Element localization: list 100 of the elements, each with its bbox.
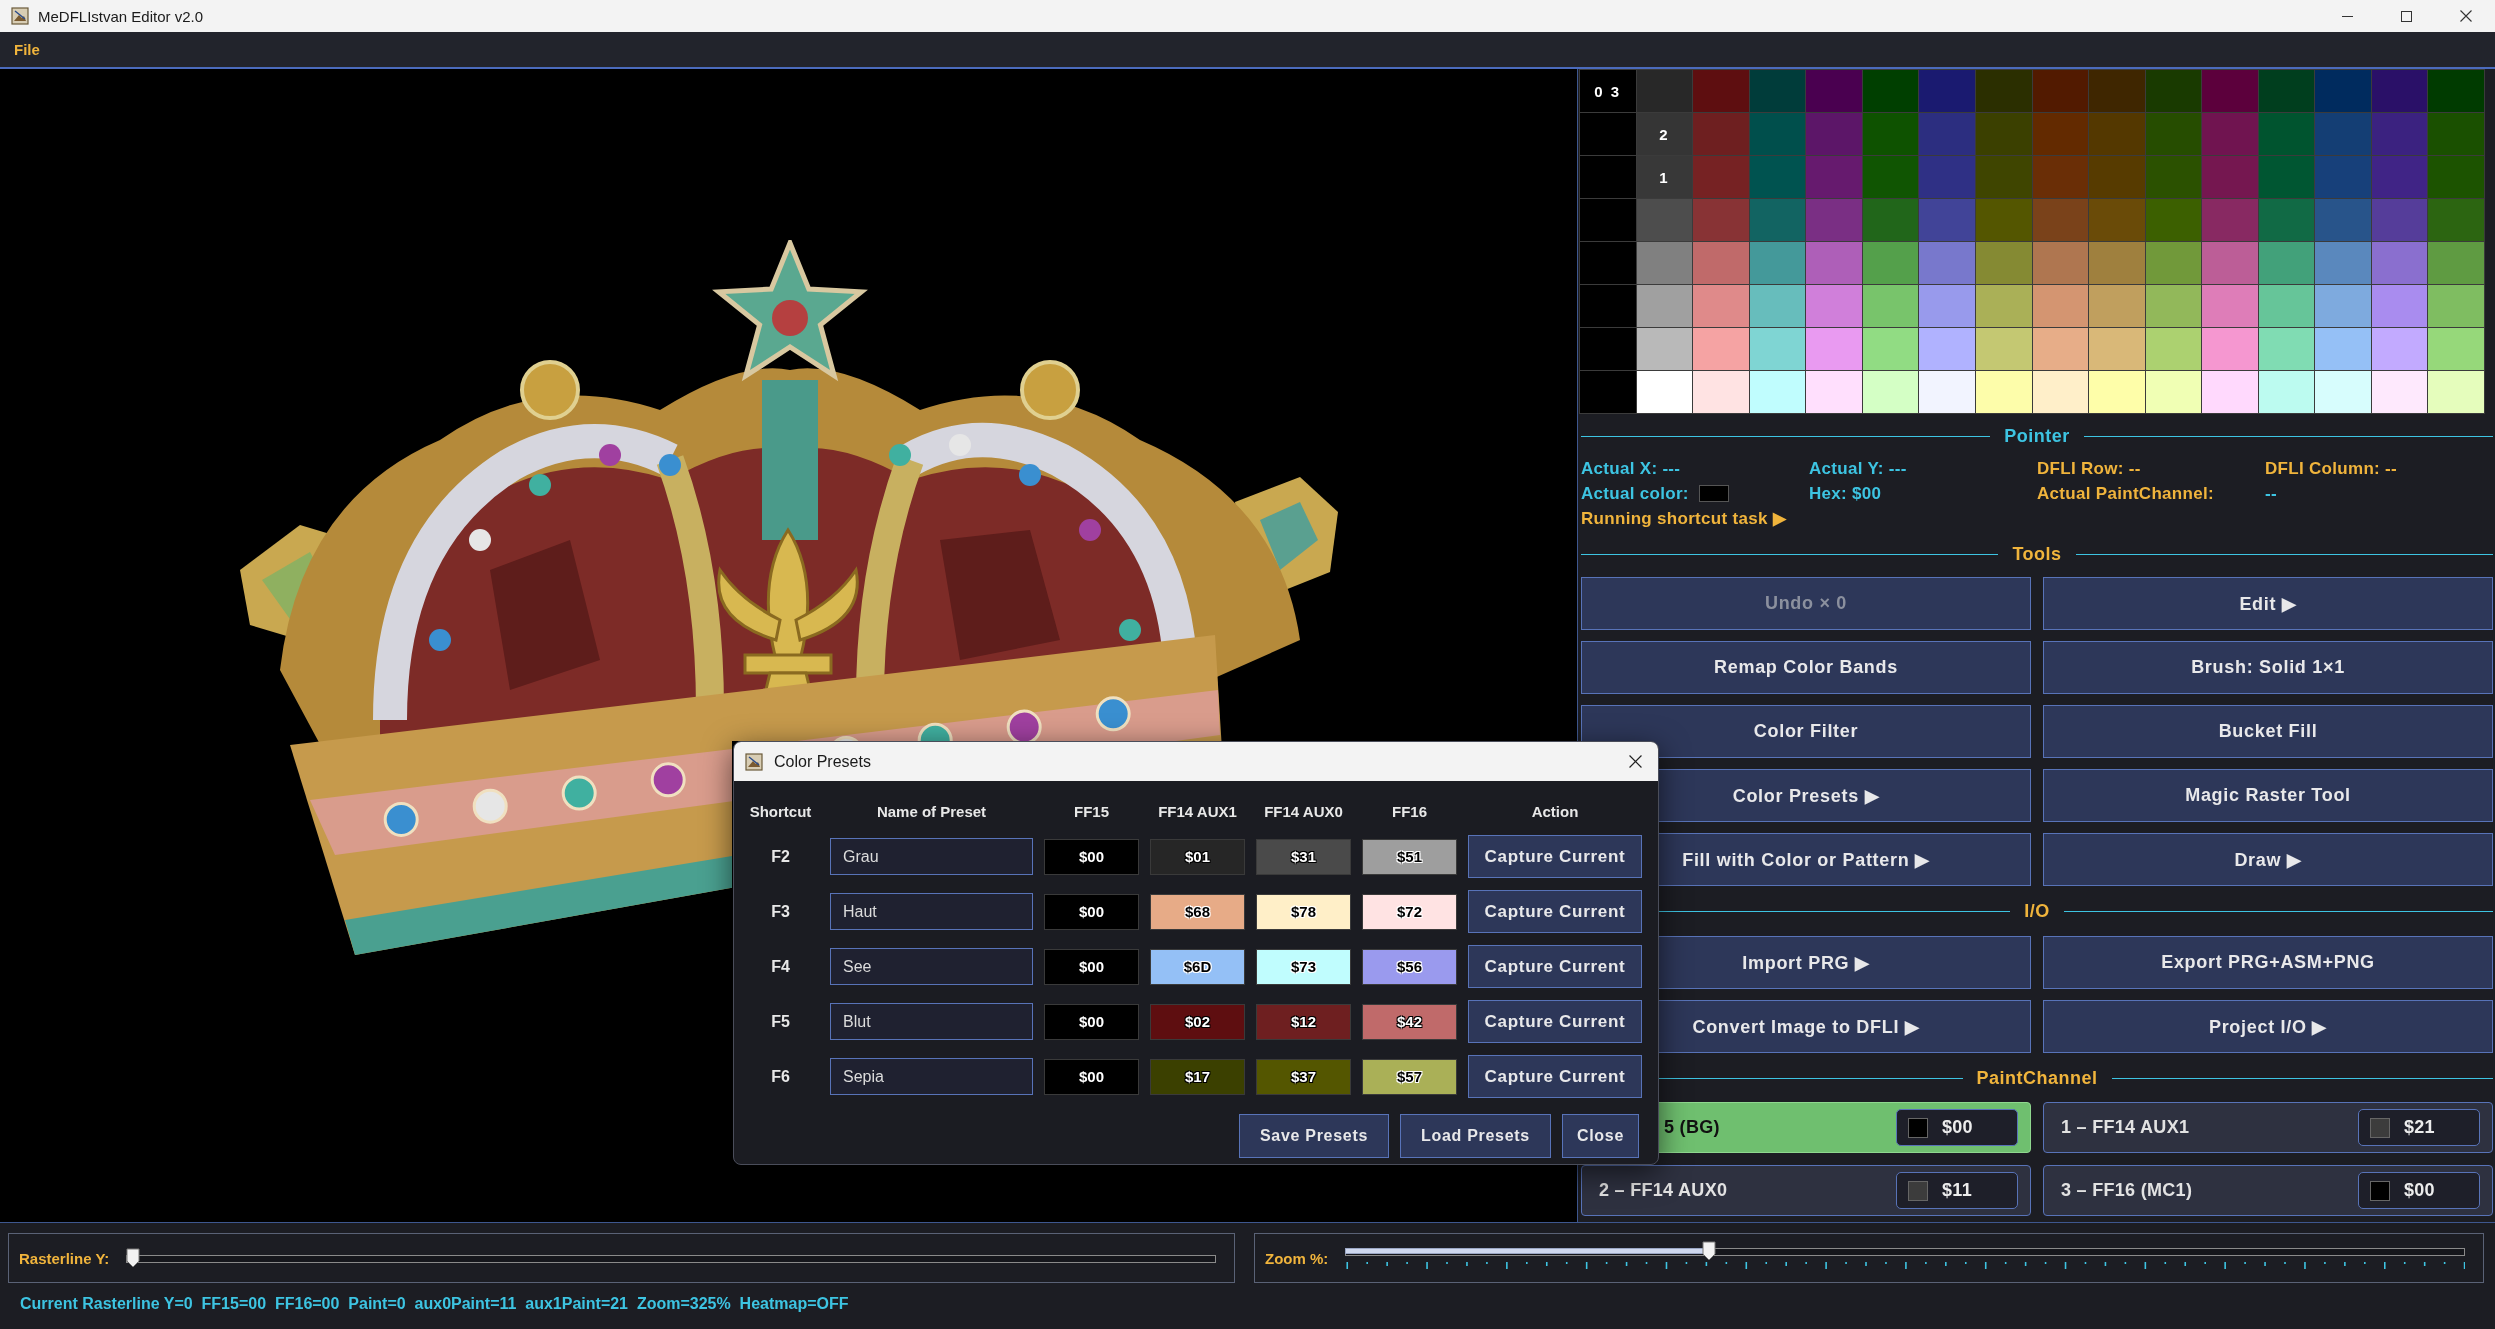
color-swatch-icon[interactable] xyxy=(2202,70,2258,112)
color-swatch-icon[interactable] xyxy=(2315,113,2371,155)
color-swatch-icon[interactable] xyxy=(2428,242,2484,284)
color-value-swatch[interactable]: $00 xyxy=(1044,1058,1139,1095)
color-swatch-icon[interactable] xyxy=(2202,242,2258,284)
color-swatch-icon[interactable] xyxy=(2258,285,2315,327)
color-swatch-icon[interactable] xyxy=(2089,285,2145,327)
color-swatch-icon[interactable] xyxy=(2089,328,2145,370)
color-swatch-icon[interactable] xyxy=(1749,70,1806,112)
tool-button[interactable]: Brush: Solid 1×1 xyxy=(2043,641,2493,694)
color-swatch-icon[interactable] xyxy=(1862,199,1919,241)
dialog-button[interactable]: Close xyxy=(1561,1114,1639,1158)
color-swatch-icon[interactable] xyxy=(1693,70,1749,112)
io-button[interactable]: Export PRG+ASM+PNG xyxy=(2043,936,2493,989)
color-swatch-icon[interactable] xyxy=(1919,285,1975,327)
color-swatch-icon[interactable] xyxy=(2145,113,2202,155)
color-swatch-icon[interactable] xyxy=(2089,371,2145,413)
color-swatch-icon[interactable] xyxy=(1919,199,1975,241)
preset-name-field[interactable]: Sepia xyxy=(830,1058,1033,1095)
color-swatch-icon[interactable] xyxy=(1919,113,1975,155)
color-value-swatch[interactable]: $78 xyxy=(1256,893,1351,930)
color-swatch-icon[interactable] xyxy=(1693,113,1749,155)
color-value-swatch[interactable]: $68 xyxy=(1150,893,1245,930)
color-value-swatch[interactable]: $37 xyxy=(1256,1058,1351,1095)
color-swatch-icon[interactable] xyxy=(1693,199,1749,241)
color-swatch-icon[interactable] xyxy=(2202,328,2258,370)
color-value-swatch[interactable]: $12 xyxy=(1256,1003,1351,1040)
color-swatch-icon[interactable] xyxy=(1636,285,1693,327)
color-swatch-icon[interactable] xyxy=(1636,242,1693,284)
color-swatch-icon[interactable] xyxy=(1580,199,1636,241)
color-swatch-icon[interactable] xyxy=(1749,328,1806,370)
color-swatch-icon[interactable] xyxy=(1749,113,1806,155)
preset-name-field[interactable]: Blut xyxy=(830,1003,1033,1040)
color-swatch-icon[interactable] xyxy=(1749,242,1806,284)
color-value-swatch[interactable]: $00 xyxy=(1044,1003,1139,1040)
color-swatch-icon[interactable] xyxy=(1636,70,1693,112)
color-swatch-icon[interactable] xyxy=(1580,113,1636,155)
capture-button[interactable]: Capture Current xyxy=(1468,945,1642,988)
color-value-swatch[interactable]: $00 xyxy=(1044,838,1139,875)
color-value-swatch[interactable]: $56 xyxy=(1362,948,1457,985)
color-swatch-icon[interactable] xyxy=(2371,156,2428,198)
tool-button[interactable]: Color Filter xyxy=(1581,705,2031,758)
color-swatch-icon[interactable] xyxy=(1919,242,1975,284)
color-swatch-icon[interactable] xyxy=(2145,156,2202,198)
color-swatch-icon[interactable] xyxy=(1862,70,1919,112)
color-swatch-icon[interactable] xyxy=(2089,70,2145,112)
color-swatch-icon[interactable] xyxy=(1975,199,2032,241)
color-swatch-icon[interactable] xyxy=(2315,199,2371,241)
dialog-button[interactable]: Save Presets xyxy=(1239,1114,1390,1158)
color-swatch-icon[interactable] xyxy=(1580,156,1636,198)
color-swatch-icon[interactable] xyxy=(1580,328,1636,370)
color-swatch-icon[interactable] xyxy=(2315,242,2371,284)
slider-thumb[interactable] xyxy=(1702,1241,1717,1261)
color-swatch-icon[interactable] xyxy=(1749,371,1806,413)
color-swatch-icon[interactable] xyxy=(2428,156,2484,198)
color-value-swatch[interactable]: $01 xyxy=(1150,838,1245,875)
color-swatch-icon[interactable] xyxy=(2428,70,2484,112)
color-swatch-icon[interactable] xyxy=(1806,156,1862,198)
color-swatch-icon[interactable] xyxy=(2428,371,2484,413)
color-swatch-icon[interactable] xyxy=(1975,113,2032,155)
tool-button[interactable]: Edit ▶ xyxy=(2043,577,2493,630)
color-swatch-icon[interactable] xyxy=(2145,242,2202,284)
color-swatch-icon[interactable] xyxy=(1975,70,2032,112)
capture-button[interactable]: Capture Current xyxy=(1468,1000,1642,1043)
color-swatch-icon[interactable] xyxy=(1919,70,1975,112)
color-swatch-icon[interactable] xyxy=(1749,156,1806,198)
color-swatch-icon[interactable] xyxy=(2258,156,2315,198)
color-swatch-icon[interactable] xyxy=(2145,285,2202,327)
color-swatch-icon[interactable] xyxy=(2032,242,2089,284)
color-value-swatch[interactable]: $17 xyxy=(1150,1058,1245,1095)
color-swatch-icon[interactable] xyxy=(2089,199,2145,241)
color-value-swatch[interactable]: $00 xyxy=(1044,893,1139,930)
color-swatch-icon[interactable] xyxy=(2315,70,2371,112)
color-value-swatch[interactable]: $51 xyxy=(1362,838,1457,875)
color-swatch-icon[interactable] xyxy=(1580,285,1636,327)
color-swatch-icon[interactable] xyxy=(1693,285,1749,327)
color-swatch-icon[interactable] xyxy=(1693,328,1749,370)
color-swatch-icon[interactable] xyxy=(2032,285,2089,327)
color-swatch[interactable]: 0 3 xyxy=(1580,70,1636,112)
color-swatch-icon[interactable] xyxy=(1580,242,1636,284)
color-swatch-icon[interactable] xyxy=(1693,156,1749,198)
color-swatch-icon[interactable] xyxy=(2315,156,2371,198)
capture-button[interactable]: Capture Current xyxy=(1468,835,1642,878)
color-swatch-icon[interactable] xyxy=(1806,70,1862,112)
color-swatch-icon[interactable] xyxy=(2145,199,2202,241)
capture-button[interactable]: Capture Current xyxy=(1468,890,1642,933)
color-swatch-icon[interactable] xyxy=(2258,70,2315,112)
color-value-swatch[interactable]: $42 xyxy=(1362,1003,1457,1040)
color-swatch-icon[interactable] xyxy=(1862,242,1919,284)
color-swatch-icon[interactable] xyxy=(2371,328,2428,370)
color-swatch-icon[interactable] xyxy=(2089,113,2145,155)
color-swatch-icon[interactable] xyxy=(1975,371,2032,413)
color-swatch-icon[interactable] xyxy=(1806,371,1862,413)
color-swatch-icon[interactable] xyxy=(2032,199,2089,241)
color-swatch-icon[interactable] xyxy=(1636,371,1693,413)
color-swatch-icon[interactable] xyxy=(1806,113,1862,155)
color-swatch-icon[interactable] xyxy=(2032,156,2089,198)
color-swatch-icon[interactable] xyxy=(1975,156,2032,198)
dialog-button[interactable]: Load Presets xyxy=(1400,1114,1551,1158)
color-swatch-icon[interactable] xyxy=(1919,156,1975,198)
